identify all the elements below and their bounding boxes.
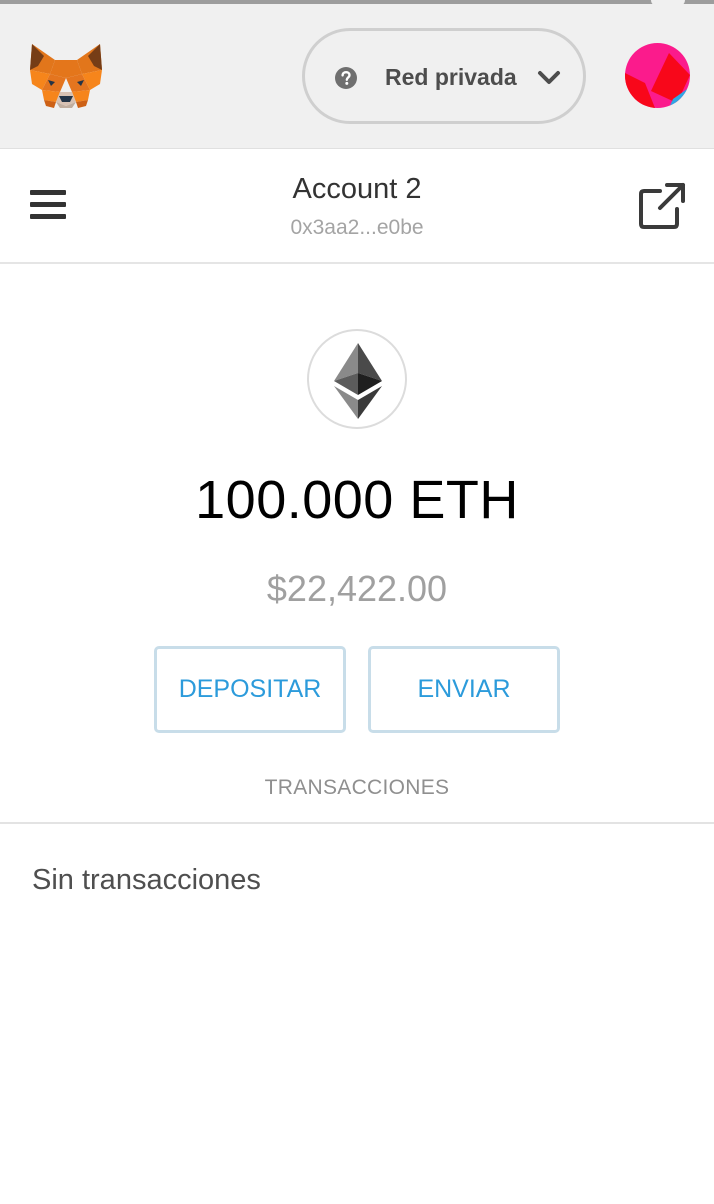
account-address[interactable]: 0x3aa2...e0be	[0, 215, 714, 241]
wallet-app: Red privada Account 2 0x3aa2...e0be 100.…	[0, 0, 714, 1204]
fiat-balance: $22,422.00	[266, 568, 448, 609]
chevron-down-icon	[538, 71, 560, 84]
empty-transactions-message: Sin transacciones	[32, 864, 261, 896]
tab-transactions[interactable]: TRANSACCIONES	[0, 774, 714, 802]
send-button[interactable]: ENVIAR	[368, 646, 560, 733]
identicon-avatar[interactable]	[625, 43, 690, 108]
identicon-graphic	[625, 43, 690, 108]
ethereum-diamond	[334, 343, 382, 419]
eth-balance: 100.000 ETH	[195, 470, 519, 530]
deposit-button[interactable]: DEPOSITAR	[154, 646, 346, 733]
window-notch	[651, 0, 685, 6]
network-label: Red privada	[385, 64, 517, 90]
account-name[interactable]: Account 2	[0, 171, 714, 207]
external-link-icon[interactable]	[638, 182, 686, 230]
question-circle-icon	[335, 67, 357, 89]
network-selector[interactable]: Red privada	[302, 28, 586, 124]
app-bar: Red privada	[0, 0, 714, 149]
divider	[0, 822, 714, 824]
ethereum-icon	[307, 329, 407, 429]
metamask-fox-icon	[30, 44, 102, 108]
account-header: Account 2 0x3aa2...e0be	[0, 149, 714, 264]
window-top-edge	[0, 0, 714, 4]
